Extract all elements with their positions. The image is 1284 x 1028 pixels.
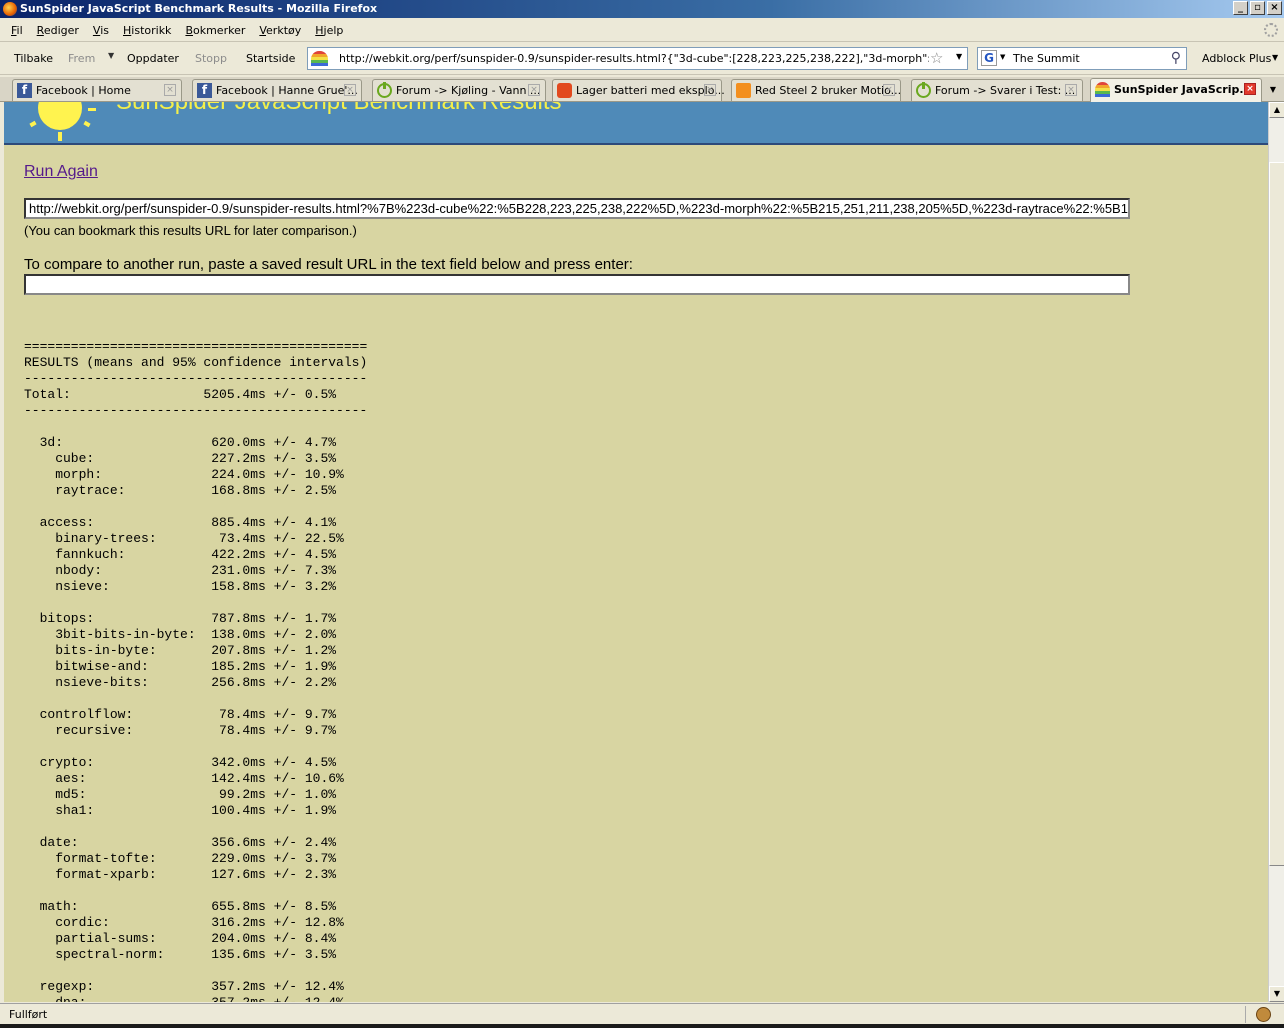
site-identity-icon[interactable] — [311, 51, 328, 66]
tab-close-icon[interactable]: × — [1065, 84, 1077, 96]
google-engine-icon[interactable]: G — [981, 50, 997, 66]
tab-lager-batteri[interactable]: Lager batteri med eksplo... × — [552, 79, 725, 101]
menu-history[interactable]: Historikk — [116, 24, 178, 37]
page-title: SunSpider JavaScript Benchmark Results — [116, 102, 562, 116]
menu-tools[interactable]: Verktøy — [252, 24, 308, 37]
tab-label: Lager batteri med eksplo... — [576, 84, 725, 97]
history-dropdown-icon[interactable]: ▼ — [108, 51, 114, 60]
status-bar: Fullført — [0, 1003, 1284, 1024]
back-button[interactable]: Tilbake — [14, 52, 53, 65]
status-text: Fullført — [9, 1008, 48, 1021]
tab-close-icon[interactable]: × — [344, 84, 356, 96]
taskbar-edge — [0, 1024, 1284, 1028]
tab-forum-kjoling[interactable]: Forum -> Kjøling - Vann ... × — [372, 79, 546, 101]
firefox-logo-icon — [3, 2, 17, 16]
greasemonkey-icon[interactable] — [1256, 1007, 1271, 1022]
menu-view[interactable]: Vis — [86, 24, 116, 37]
power-icon — [377, 82, 392, 98]
sun-logo-icon — [38, 102, 82, 130]
sun-ray-icon — [29, 120, 37, 128]
scroll-up-icon[interactable]: ▲ — [1269, 102, 1284, 118]
close-button[interactable]: × — [1267, 1, 1282, 15]
tab-bar: f Facebook | Home × f Facebook | Hanne G… — [0, 77, 1284, 102]
page-banner: SunSpider JavaScript Benchmark Results — [4, 102, 1268, 145]
menu-help[interactable]: Hjelp — [308, 24, 350, 37]
gamer-site-icon — [736, 83, 751, 98]
menu-file[interactable]: Fil — [4, 24, 30, 37]
title-bar: SunSpider JavaScript Benchmark Results -… — [0, 0, 1284, 18]
tab-facebook-profile[interactable]: f Facebook | Hanne Grue'... × — [192, 79, 362, 101]
tab-forum-svarer[interactable]: Forum -> Svarer i Test: ... × — [911, 79, 1083, 101]
vertical-scrollbar[interactable]: ▲ ▼ — [1268, 102, 1284, 1002]
stop-button[interactable]: Stopp — [195, 52, 227, 65]
search-input[interactable]: The Summit — [1013, 52, 1080, 65]
tab-sunspider[interactable]: SunSpider JavaScrip... × — [1090, 78, 1262, 102]
list-all-tabs-icon[interactable]: ▼ — [1265, 82, 1281, 98]
compare-url-input[interactable] — [24, 274, 1130, 295]
sun-ray-icon — [58, 132, 62, 141]
tab-close-icon[interactable]: × — [704, 84, 716, 96]
engine-dropdown-icon[interactable]: ▼ — [1000, 53, 1005, 61]
maximize-button[interactable]: ▫ — [1250, 1, 1265, 15]
sunspider-icon — [1095, 82, 1110, 97]
tab-label: Red Steel 2 bruker Motio... — [755, 84, 902, 97]
sun-ray-icon — [83, 120, 91, 128]
reload-button[interactable]: Oppdater — [127, 52, 179, 65]
compare-label: To compare to another run, paste a saved… — [24, 256, 633, 273]
page-content: SunSpider JavaScript Benchmark Results R… — [4, 102, 1268, 1002]
tab-close-icon[interactable]: × — [164, 84, 176, 96]
url-dropdown-icon[interactable]: ▼ — [956, 52, 962, 61]
bookmark-star-icon[interactable]: ☆ — [930, 49, 943, 67]
tab-close-icon[interactable]: × — [883, 84, 895, 96]
search-icon[interactable]: ⚲ — [1171, 50, 1181, 66]
tab-label: Facebook | Hanne Grue'... — [216, 84, 358, 97]
tab-facebook-home[interactable]: f Facebook | Home × — [12, 79, 182, 101]
window-title: SunSpider JavaScript Benchmark Results -… — [20, 2, 378, 15]
tab-close-icon[interactable]: × — [528, 84, 540, 96]
benchmark-results: ========================================… — [24, 339, 368, 1002]
tab-close-icon[interactable]: × — [1244, 83, 1256, 95]
adblock-plus-button[interactable]: Adblock Plus — [1202, 52, 1271, 65]
facebook-icon: f — [197, 83, 212, 98]
throbber-icon — [1264, 23, 1278, 37]
search-bar[interactable]: G ▼ The Summit ⚲ — [977, 47, 1187, 70]
results-url-field[interactable]: http://webkit.org/perf/sunspider-0.9/sun… — [24, 198, 1130, 219]
bookmark-note: (You can bookmark this results URL for l… — [24, 223, 357, 238]
power-icon — [916, 82, 931, 98]
minimize-button[interactable]: _ — [1233, 1, 1248, 15]
tab-label: Facebook | Home — [36, 84, 131, 97]
red-site-icon — [557, 83, 572, 98]
adblock-dropdown-icon[interactable]: ▼ — [1272, 53, 1278, 62]
url-bar[interactable]: http://webkit.org/perf/sunspider-0.9/sun… — [307, 47, 968, 70]
firefox-window: SunSpider JavaScript Benchmark Results -… — [0, 0, 1284, 1028]
sun-ray-icon — [88, 108, 96, 111]
menu-bar: Fil Rediger Vis Historikk Bokmerker Verk… — [0, 19, 1284, 42]
facebook-icon: f — [17, 83, 32, 98]
tab-label: Forum -> Kjøling - Vann ... — [396, 84, 541, 97]
scroll-down-icon[interactable]: ▼ — [1269, 986, 1284, 1002]
run-again-link[interactable]: Run Again — [24, 163, 98, 181]
tab-label: Forum -> Svarer i Test: ... — [935, 84, 1076, 97]
scrollbar-thumb[interactable] — [1269, 162, 1284, 866]
tab-label: SunSpider JavaScrip... — [1114, 83, 1252, 96]
tab-red-steel[interactable]: Red Steel 2 bruker Motio... × — [731, 79, 901, 101]
menu-edit[interactable]: Rediger — [30, 24, 86, 37]
status-divider — [1245, 1006, 1246, 1023]
home-button[interactable]: Startside — [246, 52, 295, 65]
menu-bookmarks[interactable]: Bokmerker — [178, 24, 252, 37]
forward-button[interactable]: Frem — [68, 52, 95, 65]
url-text[interactable]: http://webkit.org/perf/sunspider-0.9/sun… — [339, 52, 929, 65]
